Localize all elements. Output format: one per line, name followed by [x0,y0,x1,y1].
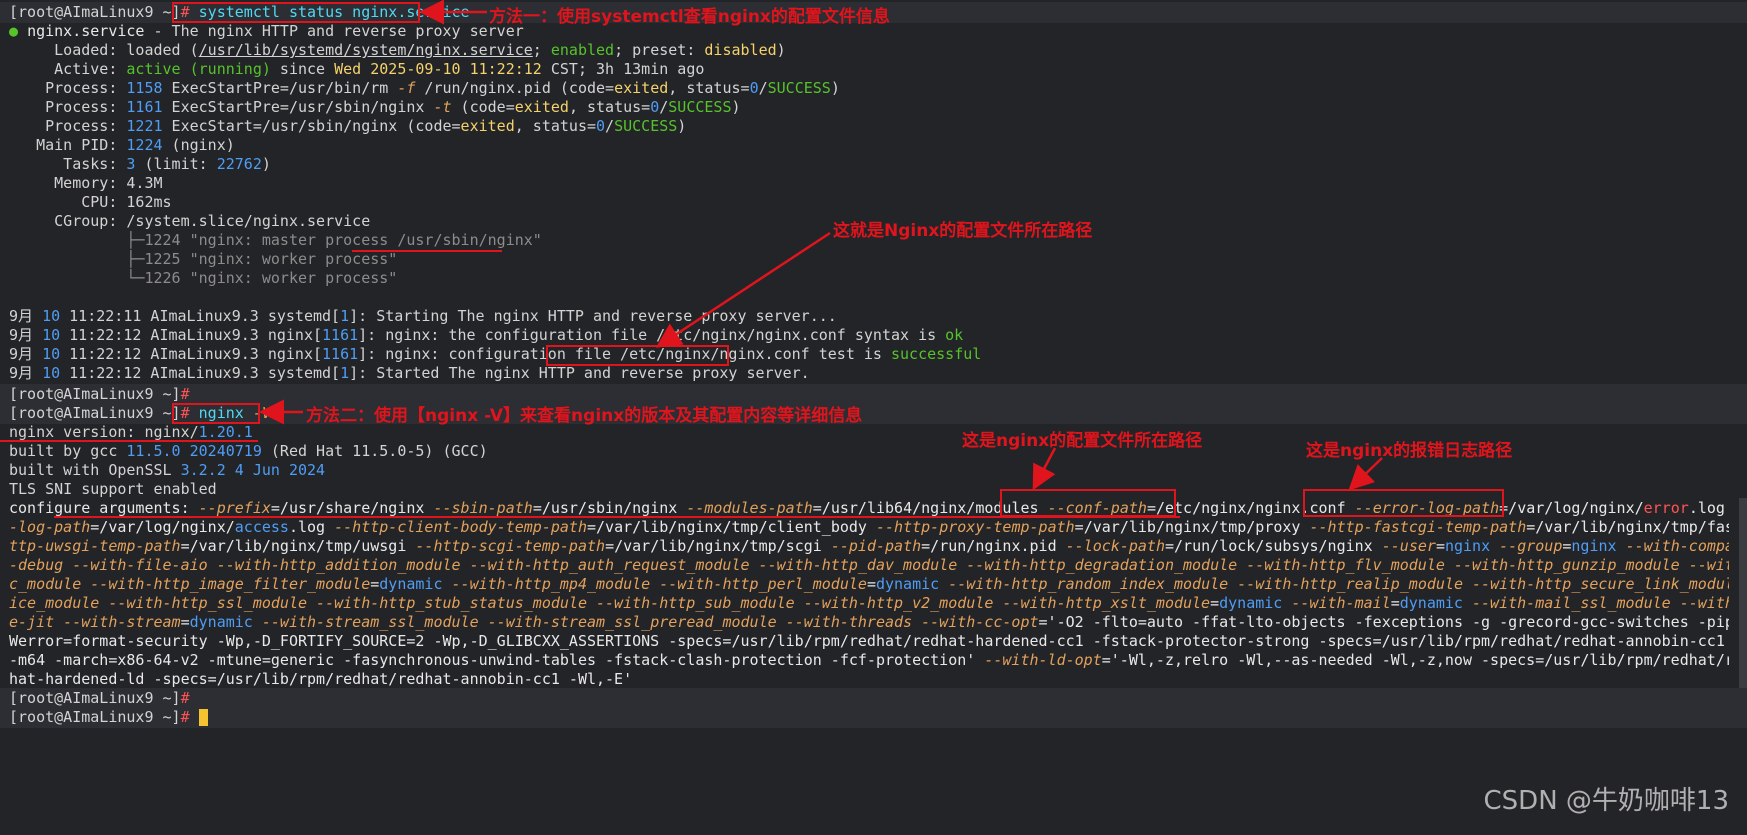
arrow-4 [1032,447,1057,491]
arrow-2 [655,231,831,348]
watermark: CSDN @牛奶咖啡13 [1483,786,1729,816]
annotation-method-2: 方法二：使用【nginx -V】来查看nginx的版本及其配置内容等详细信息 [306,406,863,426]
annotation-error-log: 这是nginx的报错日志路径 [1306,441,1513,461]
annotation-config-path-1: 这就是Nginx的配置文件所在路径 [833,221,1093,241]
arrow-5 [1348,457,1383,491]
annotation-config-path-2: 这是nginx的配置文件所在路径 [962,431,1203,451]
annotation-method-1: 方法一：使用systemctl查看nginx的配置文件信息 [489,7,890,27]
terminal-window[interactable]: [root@AImaLinux9 ~]# systemctl status ng… [0,0,1747,835]
annotation-arrows [259,0,1383,491]
